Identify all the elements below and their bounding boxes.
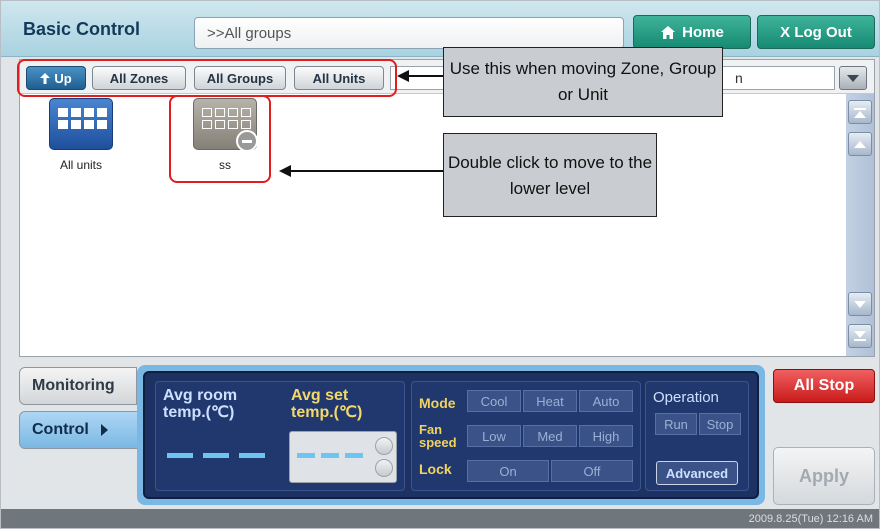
callout-arrow [397,70,443,82]
lock-off-button[interactable]: Off [551,460,633,482]
all-groups-button[interactable]: All Groups [194,66,286,90]
chevron-right-icon [100,424,108,436]
minus-badge-icon [236,130,258,152]
advanced-button[interactable]: Advanced [656,461,738,485]
group-path-field[interactable]: >>All groups [194,17,624,49]
view-select-value: n [735,70,743,86]
logout-button[interactable]: X Log Out [757,15,875,49]
apply-button[interactable]: Apply [773,447,875,505]
avg-room-temp-value [239,453,265,458]
all-units-button[interactable]: All Units [294,66,384,90]
app-window: Basic Control >>All groups Home X Log Ou… [0,0,880,529]
tile-group-ss[interactable]: ss [180,98,270,172]
all-stop-button[interactable]: All Stop [773,369,875,403]
callout-arrow [279,165,443,177]
all-zones-button[interactable]: All Zones [92,66,186,90]
tab-label: Control [32,421,89,438]
arrow-up-icon [40,72,51,84]
scroll-down-button[interactable] [848,292,872,316]
header-bar: Basic Control >>All groups Home X Log Ou… [1,1,879,57]
run-button[interactable]: Run [655,413,697,435]
avg-room-temp-label: Avg room temp.(℃) [163,387,238,421]
home-button-label: Home [682,23,724,41]
set-temp-value [345,453,363,458]
double-chevron-up-icon [854,110,866,118]
vertical-scrollbar[interactable] [846,94,874,356]
avg-room-temp-value [167,453,193,458]
scroll-top-button[interactable] [848,100,872,124]
avg-set-temp-label: Avg set temp.(℃) [291,387,363,421]
group-icon [193,98,258,152]
set-temp-value [297,453,315,458]
scroll-bottom-button[interactable] [848,324,872,348]
mode-auto-button[interactable]: Auto [579,390,633,412]
home-button[interactable]: Home [633,15,751,49]
tab-control[interactable]: Control [19,411,145,449]
up-button-label: Up [54,70,72,86]
fan-high-button[interactable]: High [579,425,633,447]
temp-down-button[interactable] [375,459,393,477]
callout-tile-note: Double click to move to the lower level [443,133,657,217]
status-bar: 2009.8.25(Tue) 12:16 AM [1,509,879,528]
all-units-icon [49,98,113,150]
fan-low-button[interactable]: Low [467,425,521,447]
dropdown-button[interactable] [839,66,867,90]
tab-label: Monitoring [32,377,115,394]
tab-monitoring[interactable]: Monitoring [19,367,137,405]
mode-label: Mode [419,395,456,411]
fan-med-button[interactable]: Med [523,425,577,447]
lock-label: Lock [419,461,452,477]
mode-heat-button[interactable]: Heat [523,390,577,412]
chevron-down-icon [847,74,859,82]
scroll-up-button[interactable] [848,132,872,156]
tile-label: ss [219,158,231,172]
page-title: Basic Control [23,19,141,39]
callout-toolbar-note: Use this when moving Zone, Group or Unit [443,47,723,117]
chevron-down-icon [854,300,866,308]
avg-room-temp-value [203,453,229,458]
clock: 2009.8.25(Tue) 12:16 AM [748,513,873,525]
operation-label: Operation [653,389,719,406]
mode-cool-button[interactable]: Cool [467,390,521,412]
tile-label: All units [59,158,103,172]
set-temp-value [321,453,339,458]
fan-speed-label: Fan speed [419,422,457,450]
temp-up-button[interactable] [375,437,393,455]
lock-on-button[interactable]: On [467,460,549,482]
up-button[interactable]: Up [26,66,86,90]
tile-all-units[interactable]: All units [36,98,126,172]
chevron-up-icon [854,140,866,148]
logout-button-label: X Log Out [780,23,852,41]
home-icon [661,25,676,39]
stop-button[interactable]: Stop [699,413,741,435]
double-chevron-down-icon [854,330,866,338]
